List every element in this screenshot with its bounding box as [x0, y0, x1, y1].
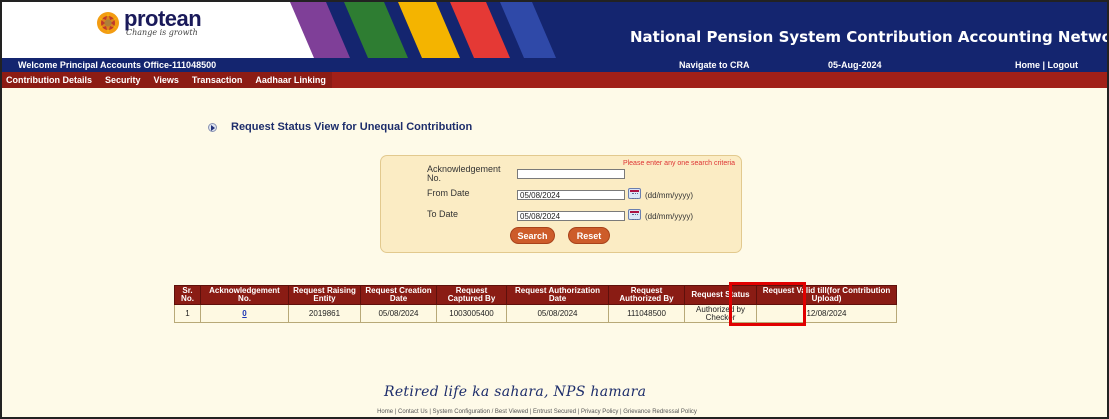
- logo-panel: protean Change is growth: [2, 2, 264, 58]
- col-header-raising-entity: Request Raising Entity: [288, 285, 361, 305]
- cell-valid-till: 12/08/2024: [756, 304, 897, 323]
- header-bar: protean Change is growth National Pensio…: [2, 2, 1107, 58]
- page-heading: Request Status View for Unequal Contribu…: [208, 121, 472, 133]
- from-date-label: From Date: [427, 188, 470, 198]
- from-date-input[interactable]: [517, 190, 625, 200]
- search-button[interactable]: Search: [510, 227, 555, 244]
- cell-request-status: Authorized by Checker: [684, 304, 757, 323]
- page-title: Request Status View for Unequal Contribu…: [231, 121, 473, 133]
- to-calendar-icon[interactable]: [628, 209, 641, 220]
- menu-transaction[interactable]: Transaction: [192, 72, 243, 88]
- col-header-request-status: Request Status: [684, 285, 757, 305]
- reset-button[interactable]: Reset: [568, 227, 610, 244]
- search-hint: Please enter any one search criteria: [622, 160, 735, 167]
- col-header-authorization-date: Request Authorization Date: [506, 285, 609, 305]
- current-date: 05-Aug-2024: [828, 60, 882, 70]
- menu-aadhaar-linking[interactable]: Aadhaar Linking: [255, 72, 326, 88]
- menu-security[interactable]: Security: [105, 72, 141, 88]
- table-row: 1 0 2019861 05/08/2024 1003005400 05/08/…: [174, 304, 897, 323]
- decorative-stripes: [264, 2, 624, 58]
- col-header-authorized-by: Request Authorized By: [608, 285, 685, 305]
- to-date-label: To Date: [427, 209, 459, 219]
- from-date-format: (dd/mm/yyyy): [645, 191, 693, 200]
- col-header-valid-till: Request Valid till(for Contribution Uplo…: [756, 285, 897, 305]
- from-calendar-icon[interactable]: [628, 188, 641, 199]
- protean-logo-icon: [97, 12, 119, 34]
- content-area: Request Status View for Unequal Contribu…: [2, 88, 1107, 417]
- search-panel: Please enter any one search criteria Ack…: [380, 155, 742, 253]
- to-date-input[interactable]: [517, 211, 625, 221]
- table-header-row: Sr. No. Acknowledgement No. Request Rais…: [174, 285, 897, 305]
- welcome-text: Welcome Principal Accounts Office-111048…: [18, 60, 217, 70]
- col-header-captured-by: Request Captured By: [436, 285, 507, 305]
- menu-items: Contribution Details Security Views Tran…: [2, 72, 332, 88]
- cell-creation-date: 05/08/2024: [360, 304, 437, 323]
- arrow-bullet-icon: [208, 122, 217, 132]
- col-header-ack-no: Acknowledgement No.: [200, 285, 289, 305]
- slogan: Retired life ka sahara, NPS hamara: [384, 384, 647, 400]
- menu-contribution-details[interactable]: Contribution Details: [6, 72, 92, 88]
- cell-ack-no-link[interactable]: 0: [200, 304, 289, 323]
- menu-views[interactable]: Views: [154, 72, 179, 88]
- ack-number-input[interactable]: [517, 169, 625, 179]
- results-table: Sr. No. Acknowledgement No. Request Rais…: [174, 285, 897, 323]
- site-title: National Pension System Contribution Acc…: [630, 28, 1107, 46]
- to-date-format: (dd/mm/yyyy): [645, 212, 693, 221]
- home-logout-links[interactable]: Home | Logout: [1015, 60, 1078, 70]
- cell-sr-no: 1: [174, 304, 201, 323]
- cell-raising-entity: 2019861: [288, 304, 361, 323]
- cell-authorized-by: 111048500: [608, 304, 685, 323]
- welcome-bar: Welcome Principal Accounts Office-111048…: [2, 58, 1107, 72]
- cell-captured-by: 1003005400: [436, 304, 507, 323]
- footer-links[interactable]: Home | Contact Us | System Configuration…: [252, 409, 822, 415]
- col-header-sr-no: Sr. No.: [174, 285, 201, 305]
- menu-bar: Contribution Details Security Views Tran…: [2, 72, 1107, 88]
- cell-authorization-date: 05/08/2024: [506, 304, 609, 323]
- ack-label: Acknowledgement No.: [427, 164, 501, 183]
- navigate-to-cra-link[interactable]: Navigate to CRA: [679, 60, 750, 70]
- brand-tagline: Change is growth: [126, 28, 198, 37]
- col-header-creation-date: Request Creation Date: [360, 285, 437, 305]
